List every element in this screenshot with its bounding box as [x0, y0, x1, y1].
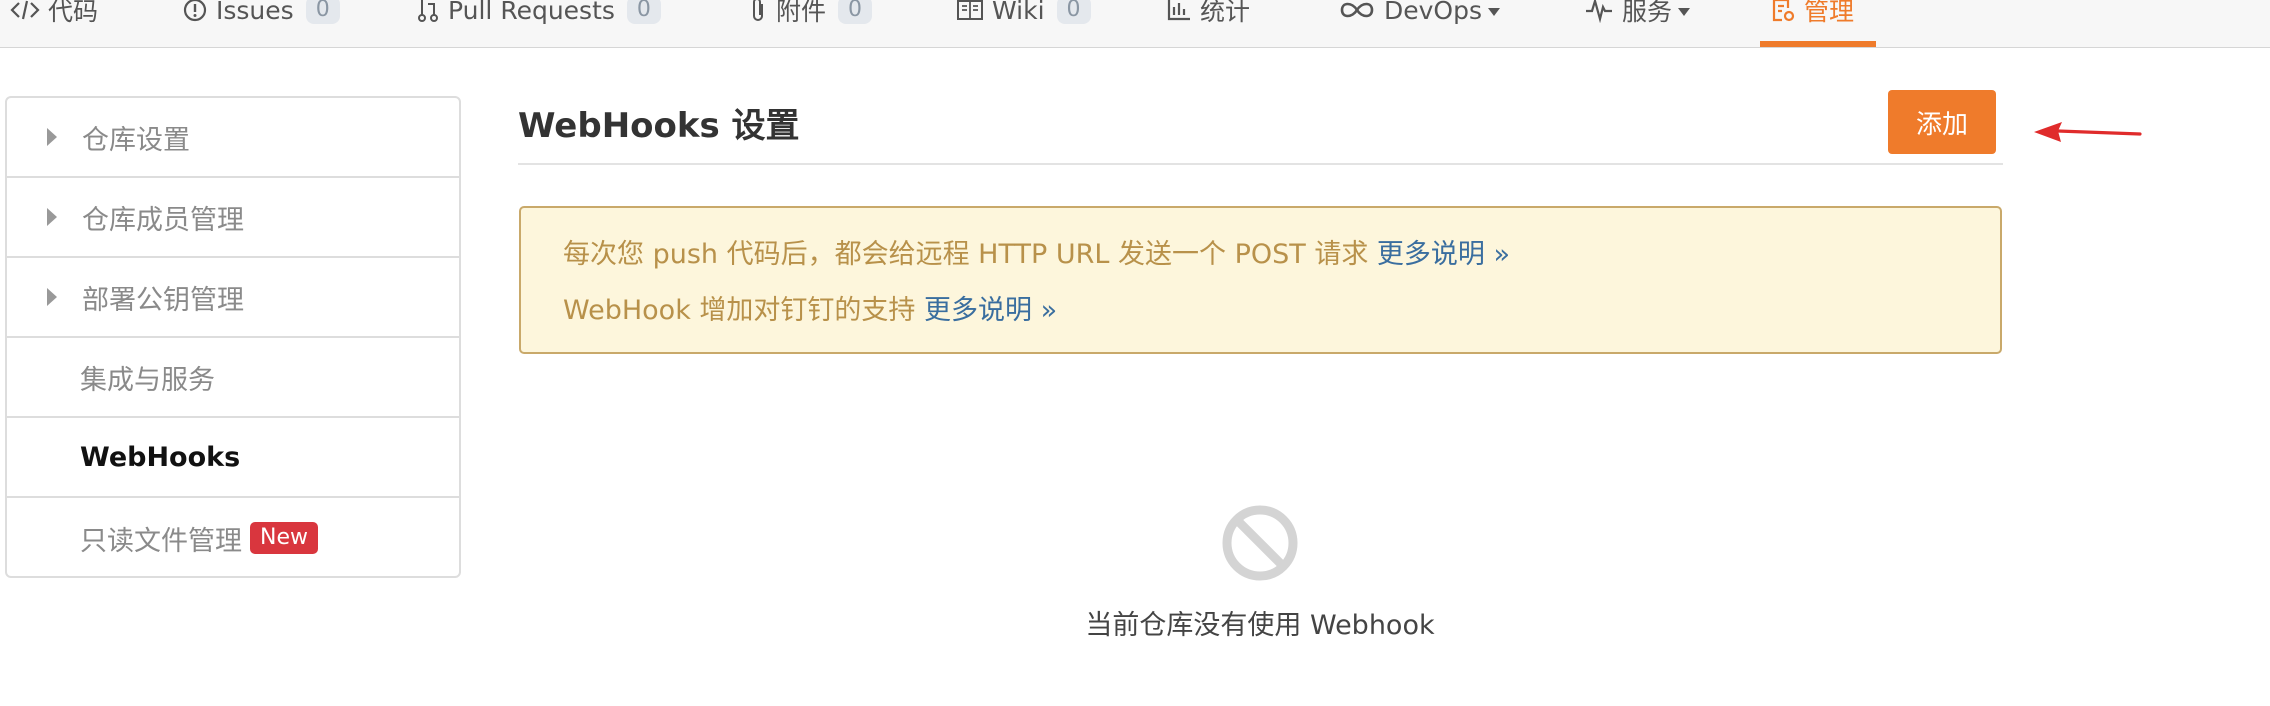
pull-request-icon — [416, 0, 440, 24]
nav-tab-label: DevOps — [1384, 0, 1482, 25]
empty-state-text: 当前仓库没有使用 Webhook — [1085, 610, 1435, 641]
notice-line-1: 每次您 push 代码后，都会给远程 HTTP URL 发送一个 POST 请求… — [563, 232, 1510, 271]
nav-tab-services[interactable]: 服务 — [1584, 0, 1691, 34]
count-badge: 0 — [1056, 0, 1091, 24]
nav-tab-statistics[interactable]: 统计 — [1166, 0, 1250, 34]
nav-tab-label: Wiki — [992, 0, 1045, 25]
chevron-down-icon — [1678, 8, 1691, 16]
repo-nav-bar: 代码 Issues 0 Pull Requests 0 附件 0 Wiki 0 … — [0, 0, 2270, 48]
caret-right-icon — [47, 128, 57, 146]
infinity-icon — [1338, 0, 1376, 21]
page-title: WebHooks 设置 — [518, 106, 800, 146]
code-icon — [10, 0, 40, 21]
notice-text: WebHook 增加对钉钉的支持 — [563, 295, 925, 326]
sidebar-item-members[interactable]: 仓库成员管理 — [7, 178, 459, 258]
count-badge: 0 — [838, 0, 873, 24]
paperclip-icon — [748, 0, 768, 24]
nav-tab-code[interactable]: 代码 — [10, 0, 98, 34]
more-info-link[interactable]: 更多说明 » — [924, 295, 1057, 326]
new-badge: New — [250, 522, 318, 554]
nav-tab-manage[interactable]: 管理 — [1770, 0, 1854, 34]
sidebar-item-readonly-files[interactable]: 只读文件管理 New — [7, 498, 459, 576]
bar-chart-icon — [1166, 0, 1192, 22]
chevron-down-icon — [1488, 8, 1500, 16]
caret-right-icon — [47, 288, 57, 306]
ban-icon — [1222, 505, 1298, 581]
nav-tab-label: 附件 — [776, 0, 827, 26]
nav-tab-label: 服务 — [1622, 0, 1673, 26]
nav-tab-label: 管理 — [1804, 0, 1855, 26]
nav-tab-label: Pull Requests — [448, 0, 615, 25]
settings-sidebar: 仓库设置 仓库成员管理 部署公钥管理 集成与服务 WebHooks 只读文件管理… — [5, 96, 461, 578]
nav-tab-attachments[interactable]: 附件 0 — [748, 0, 873, 34]
sidebar-item-label: 集成与服务 — [80, 364, 215, 396]
nav-tab-label: Issues — [216, 0, 294, 25]
notice-text: 每次您 push 代码后，都会给远程 HTTP URL 发送一个 POST 请求 — [563, 239, 1377, 270]
nav-tab-devops[interactable]: DevOps — [1338, 0, 1500, 34]
sidebar-item-webhooks[interactable]: WebHooks — [7, 418, 459, 498]
sidebar-item-label: 仓库设置 — [82, 124, 190, 156]
issue-icon — [182, 0, 208, 23]
settings-doc-icon — [1770, 0, 1796, 23]
sidebar-item-label: 部署公钥管理 — [82, 284, 244, 316]
nav-tab-issues[interactable]: Issues 0 — [182, 0, 340, 34]
active-tab-indicator — [1760, 41, 1876, 47]
sidebar-item-label: 只读文件管理 — [80, 525, 242, 557]
sidebar-item-label: 仓库成员管理 — [82, 204, 244, 236]
sidebar-item-repo-settings[interactable]: 仓库设置 — [7, 98, 459, 178]
info-notice: 每次您 push 代码后，都会给远程 HTTP URL 发送一个 POST 请求… — [519, 206, 2002, 354]
title-divider — [518, 163, 2003, 165]
sidebar-item-label: WebHooks — [80, 441, 241, 473]
more-info-link[interactable]: 更多说明 » — [1377, 239, 1510, 270]
book-icon — [956, 0, 984, 22]
count-badge: 0 — [626, 0, 661, 24]
notice-line-2: WebHook 增加对钉钉的支持 更多说明 » — [563, 288, 1057, 327]
sidebar-item-integrations[interactable]: 集成与服务 — [7, 338, 459, 418]
add-webhook-button[interactable]: 添加 — [1888, 90, 1996, 154]
pulse-icon — [1584, 0, 1614, 23]
caret-right-icon — [47, 208, 57, 226]
nav-tab-pull-requests[interactable]: Pull Requests 0 — [416, 0, 661, 34]
nav-tab-label: 统计 — [1200, 0, 1251, 26]
annotation-arrow-icon — [2034, 122, 2142, 142]
nav-tab-wiki[interactable]: Wiki 0 — [956, 0, 1091, 34]
count-badge: 0 — [305, 0, 340, 24]
nav-tab-label: 代码 — [48, 0, 99, 26]
sidebar-item-deploy-keys[interactable]: 部署公钥管理 — [7, 258, 459, 338]
